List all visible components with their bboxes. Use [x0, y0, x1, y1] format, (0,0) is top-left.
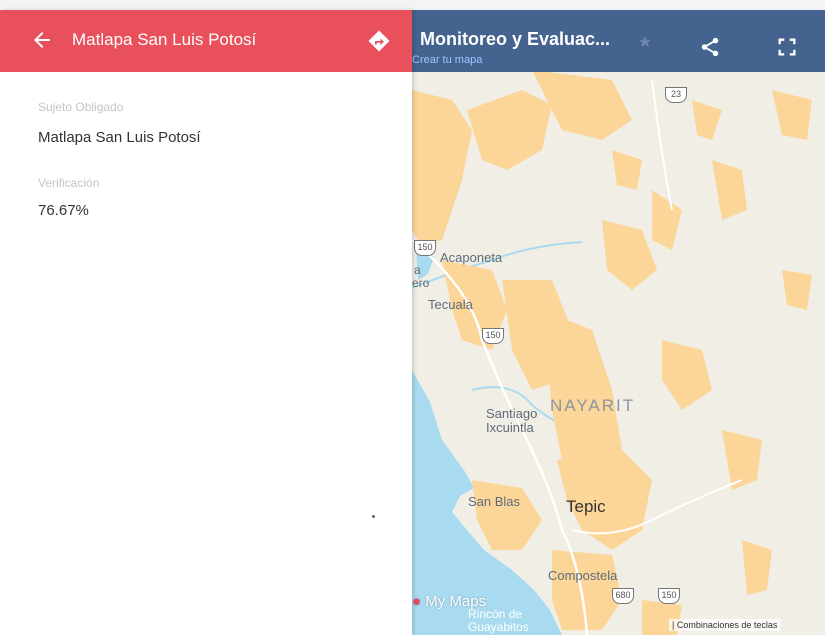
detail-panel-header: Matlapa San Luis Potosí: [0, 10, 412, 72]
map-header: Monitoreo y Evaluac... Crear tu mapa: [412, 10, 825, 72]
city-label: ero: [412, 276, 430, 290]
detail-panel-title: Matlapa San Luis Potosí: [72, 30, 257, 49]
keyboard-shortcuts-link[interactable]: | Combinaciones de teclas: [669, 619, 781, 631]
city-label: Ixcuintla: [486, 420, 534, 435]
route-shield: 23: [665, 87, 687, 103]
map-title: Monitoreo y Evaluac...: [420, 29, 611, 49]
directions-icon[interactable]: [367, 29, 391, 53]
route-shield: 150: [482, 328, 504, 344]
map-view[interactable]: 23 150 Acaponeta a ero Tecuala 150 NAYAR…: [412, 10, 825, 635]
back-arrow-icon[interactable]: [30, 28, 54, 52]
map-canvas[interactable]: [412, 10, 825, 635]
route-shield: 150: [658, 588, 680, 604]
city-label: Acaponeta: [440, 250, 503, 265]
detail-panel: Matlapa San Luis Potosí Sujeto Obligado …: [0, 10, 412, 635]
create-map-link[interactable]: Crear tu mapa: [412, 54, 482, 66]
speck-mark: [372, 515, 375, 518]
my-maps-logo: ● My Maps: [412, 593, 487, 610]
subject-value: Matlapa San Luis Potosí: [38, 129, 201, 146]
verification-value: 76.67%: [38, 202, 89, 219]
route-shield: 150: [414, 240, 436, 256]
city-label: San Blas: [468, 494, 521, 509]
city-label: Tecuala: [428, 297, 473, 312]
route-shield: 680: [612, 588, 634, 604]
city-label-tepic: Tepic: [566, 497, 606, 516]
verification-label: Verificación: [38, 176, 100, 190]
fullscreen-icon[interactable]: [776, 36, 798, 58]
top-strip: [0, 0, 825, 10]
city-label: Guayabitos: [468, 620, 529, 634]
my-maps-text: My Maps: [425, 593, 487, 610]
city-label: a: [414, 263, 421, 277]
share-icon[interactable]: [699, 36, 721, 58]
subject-label: Sujeto Obligado: [38, 100, 124, 114]
star-icon[interactable]: [638, 35, 652, 49]
city-label: Santiago: [486, 406, 538, 421]
city-label: Compostela: [548, 568, 618, 583]
state-label: NAYARIT: [550, 396, 636, 415]
screen: Matlapa San Luis Potosí Sujeto Obligado …: [0, 0, 825, 635]
